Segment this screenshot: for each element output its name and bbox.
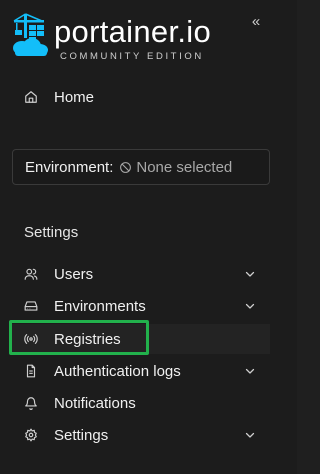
collapse-sidebar-button[interactable]: «: [248, 13, 264, 31]
home-icon: [24, 90, 38, 104]
nav-item-authentication-logs[interactable]: Authentication logs: [12, 356, 270, 386]
portainer-logo[interactable]: portainer.io COMMUNITY EDITION: [10, 12, 211, 62]
brand-edition: COMMUNITY EDITION: [60, 51, 204, 62]
nav-item-registries-label: Registries: [54, 330, 121, 348]
file-text-icon: [24, 364, 38, 378]
chevron-down-icon[interactable]: [244, 365, 256, 377]
nav-item-settings[interactable]: Settings: [12, 420, 270, 450]
settings-section-title: Settings: [24, 224, 79, 241]
chevron-down-icon[interactable]: [244, 429, 256, 441]
nav-item-users[interactable]: Users: [12, 259, 270, 289]
nav-item-notifications[interactable]: Notifications: [12, 388, 270, 418]
ban-icon: [120, 161, 132, 173]
radio-icon: [24, 332, 38, 346]
nav-item-authentication-logs-label: Authentication logs: [54, 362, 181, 380]
chevron-down-icon[interactable]: [244, 268, 256, 280]
nav-item-users-label: Users: [54, 265, 94, 283]
nav-item-home-label: Home: [54, 88, 95, 106]
brand-name: portainer.io: [54, 14, 211, 49]
environment-selector[interactable]: Environment: None selected: [12, 149, 270, 185]
nav-item-environments[interactable]: Environments: [12, 291, 270, 321]
nav-item-home[interactable]: Home: [12, 82, 270, 112]
nav-item-settings-label: Settings: [54, 426, 109, 444]
bell-icon: [24, 396, 38, 410]
hdd-icon: [24, 299, 38, 313]
double-chevron-left-icon: «: [251, 13, 261, 30]
nav-item-registries[interactable]: Registries: [12, 324, 270, 354]
environment-label: Environment:: [25, 158, 114, 176]
nav-item-notifications-label: Notifications: [54, 394, 136, 412]
users-icon: [24, 267, 38, 281]
portainer-crane-logo-icon: [13, 13, 48, 56]
nav-item-environments-label: Environments: [54, 297, 146, 315]
chevron-down-icon[interactable]: [244, 300, 256, 312]
environment-value: None selected: [136, 158, 233, 176]
sidebar: portainer.io COMMUNITY EDITION « Home En…: [0, 0, 297, 474]
gear-icon: [24, 428, 38, 442]
